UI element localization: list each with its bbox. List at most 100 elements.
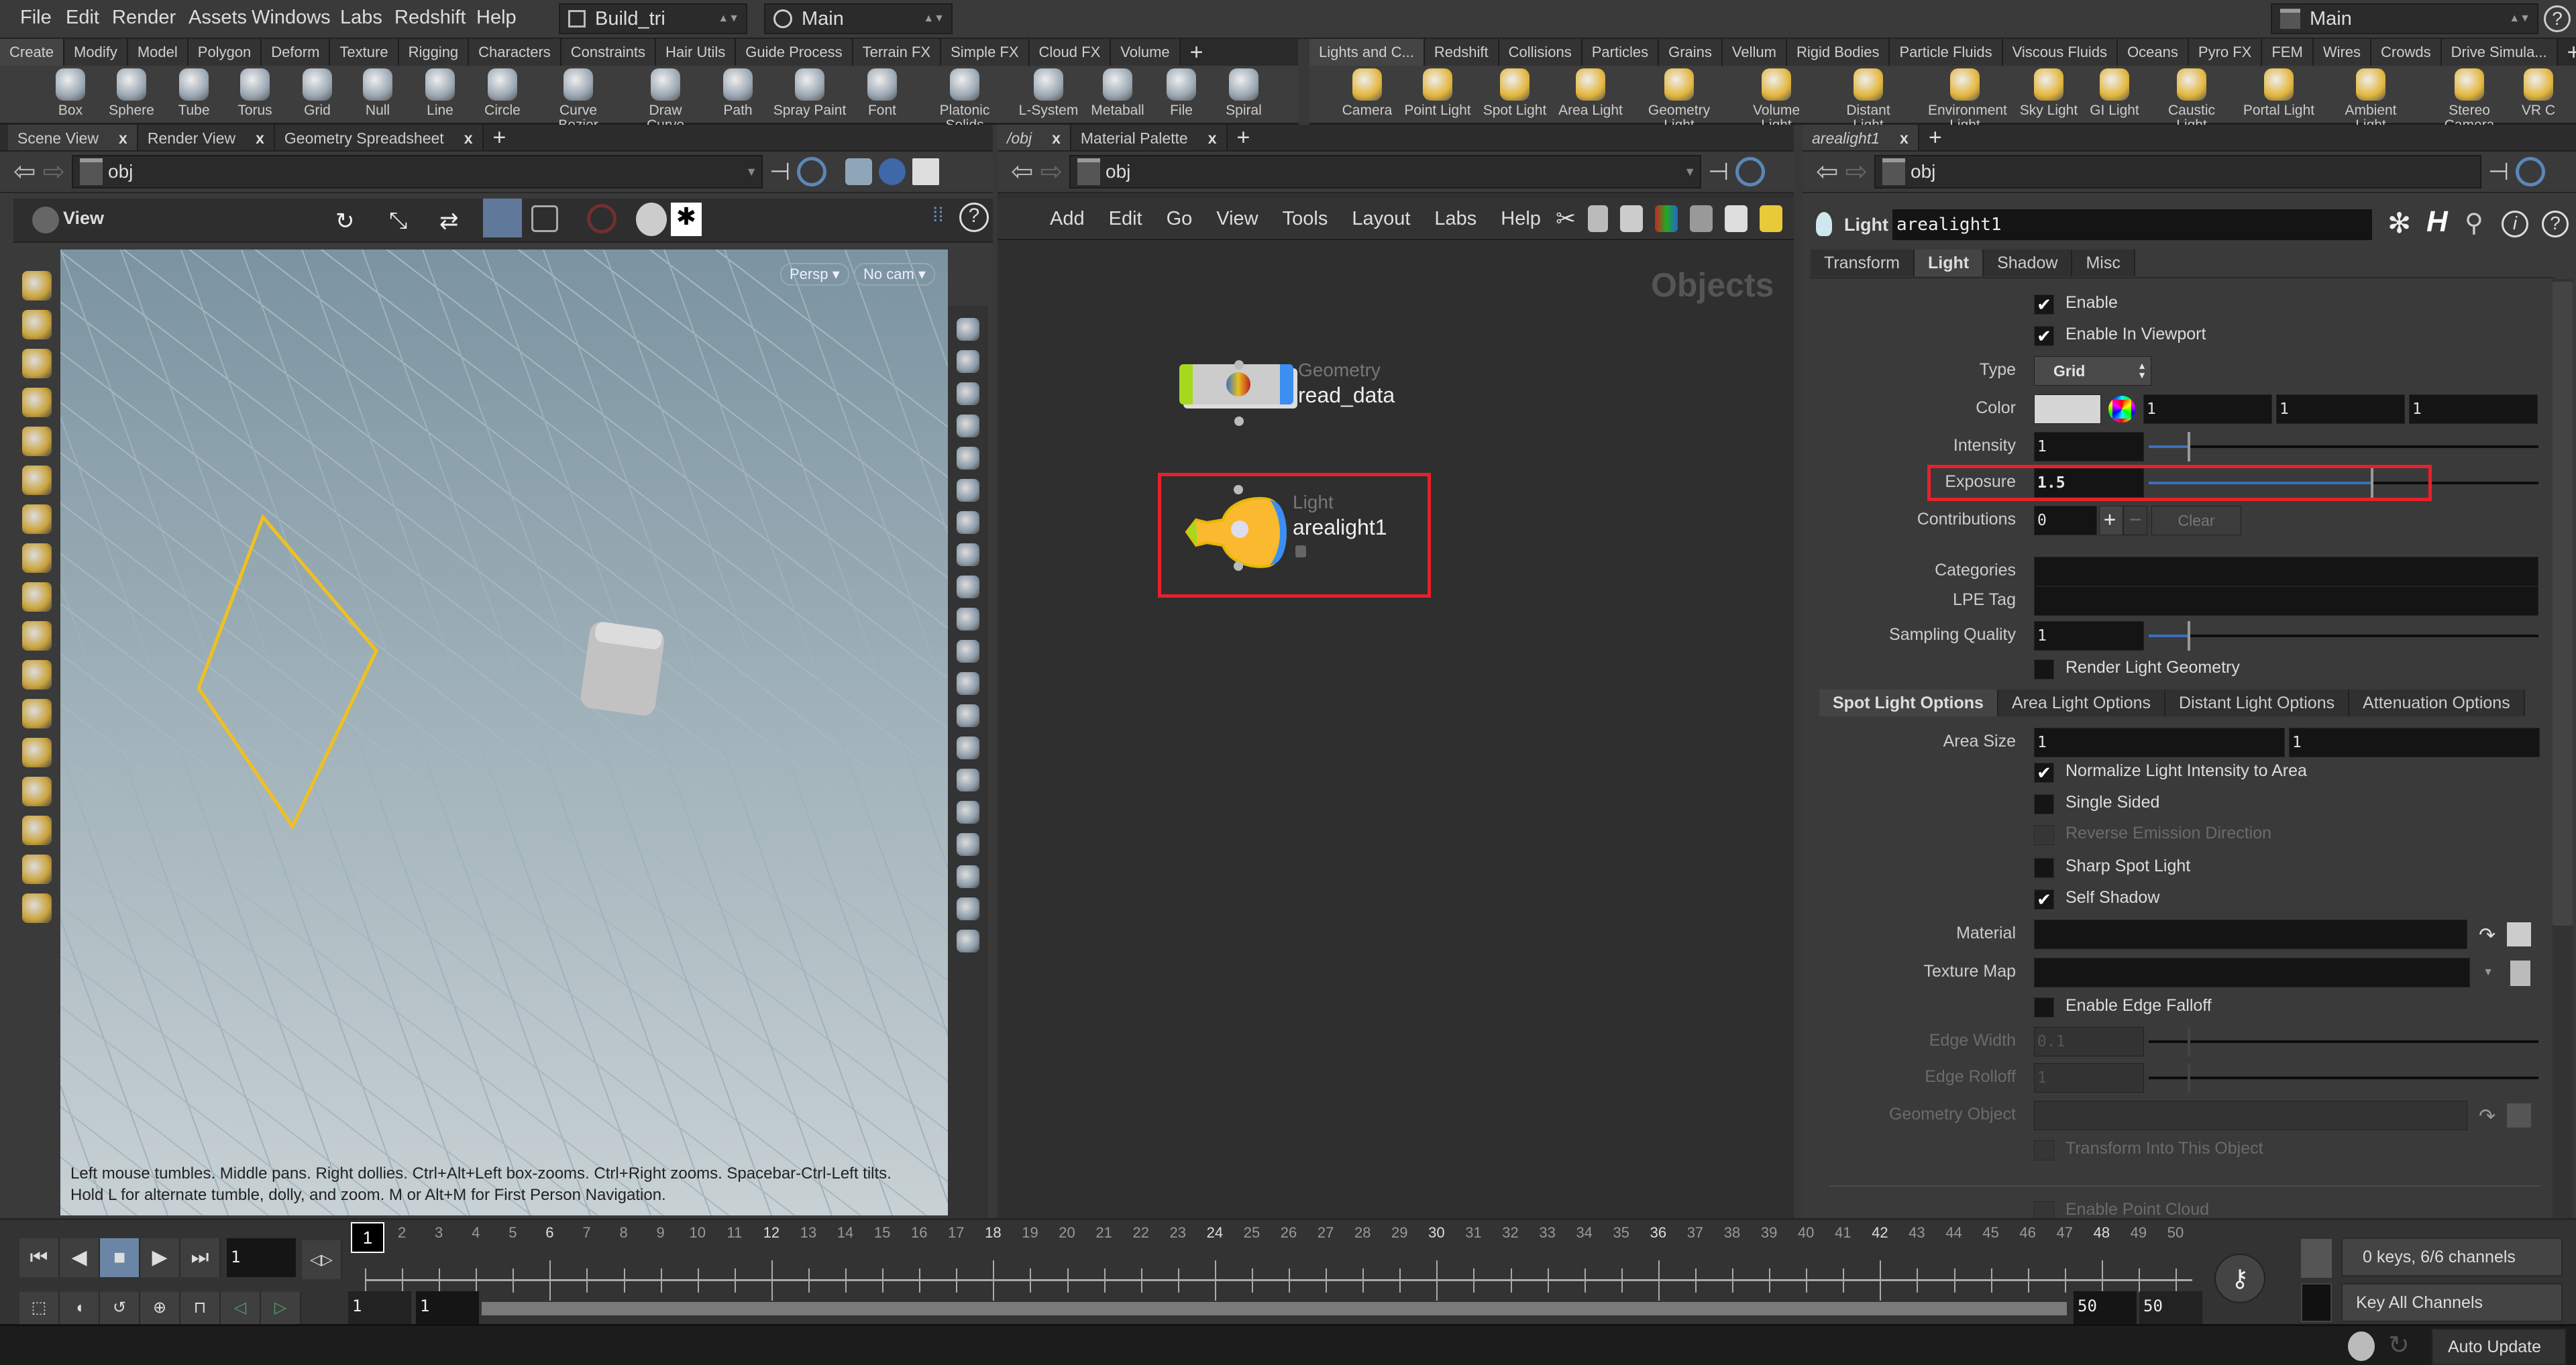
shelf-tool-l-system[interactable]: L-System — [1012, 68, 1085, 118]
shelf-tool-stereo-camera[interactable]: Stereo Camera — [2432, 68, 2506, 133]
add-shelf-tab-icon[interactable]: + — [2558, 39, 2576, 66]
node-output[interactable] — [1234, 417, 1244, 426]
normalize-light-intensity-to-area-checkbox[interactable]: ✔ — [2034, 763, 2054, 783]
shelf-tool-area-light[interactable]: Area Light — [1554, 68, 1627, 118]
snap-icon[interactable] — [22, 660, 52, 690]
shelf-tab-redshift[interactable]: Redshift — [1424, 39, 1499, 66]
shelf-tab-deform[interactable]: Deform — [262, 39, 331, 66]
uv-icon[interactable] — [957, 865, 979, 888]
shelf-tab-model[interactable]: Model — [127, 39, 189, 66]
text-field[interactable] — [2034, 557, 2538, 586]
slider-handle[interactable] — [2188, 432, 2191, 461]
enable-checkbox[interactable]: ✔ — [2034, 294, 2054, 315]
play-icon[interactable]: ▶ — [140, 1238, 180, 1277]
menu-redshift[interactable]: Redshift — [394, 7, 466, 29]
close-icon[interactable]: x — [256, 125, 264, 150]
help-icon[interactable]: ? — [2542, 211, 2569, 237]
close-icon[interactable] — [957, 415, 979, 437]
bevel-icon[interactable] — [957, 769, 979, 791]
shelf-tool-geometry-light[interactable]: Geometry Light — [1642, 68, 1716, 133]
tab-attenuation-options[interactable]: Attenuation Options — [2349, 690, 2525, 716]
color-swatch[interactable] — [2034, 394, 2101, 424]
brush-icon[interactable] — [22, 543, 52, 573]
shelf-tool-draw-curve[interactable]: Draw Curve — [629, 68, 702, 133]
channel-sync-icon[interactable] — [2301, 1239, 2332, 1278]
rotate-icon[interactable] — [22, 582, 52, 612]
text-field[interactable] — [2034, 586, 2538, 616]
node-input[interactable] — [1234, 360, 1244, 370]
back-arrow-icon[interactable]: ⇦ — [13, 156, 36, 187]
prev-key-icon[interactable]: ◁ — [221, 1292, 261, 1324]
camera-icon[interactable] — [22, 816, 52, 845]
shelf-tool-platonic-solids[interactable]: Platonic Solids — [928, 68, 1002, 133]
desktop-dropdown[interactable]: Build_tri ▲▼ — [559, 3, 747, 34]
bulb-icon[interactable] — [957, 479, 979, 502]
list-view-icon[interactable] — [1620, 205, 1644, 232]
zoom-frame-icon[interactable] — [531, 205, 558, 232]
shelf-tab-cloud-fx[interactable]: Cloud FX — [1029, 39, 1112, 66]
shelf-tab-rigging[interactable]: Rigging — [398, 39, 470, 66]
shelf-tab-particles[interactable]: Particles — [1582, 39, 1660, 66]
sharp-spot-light-checkbox[interactable] — [2034, 858, 2054, 878]
range-end-field[interactable]: 50 — [2139, 1291, 2202, 1325]
shelf-tab-texture[interactable]: Texture — [330, 39, 399, 66]
menu-labs[interactable]: Labs — [340, 7, 382, 29]
shelf-tab-polygon[interactable]: Polygon — [188, 39, 262, 66]
tab-material-palette[interactable]: Material Palette x — [1071, 125, 1228, 150]
shadow-icon[interactable] — [957, 511, 979, 534]
help-icon[interactable]: ? — [2544, 5, 2571, 32]
info-icon[interactable]: i — [2502, 211, 2528, 237]
menu-render[interactable]: Render — [112, 7, 176, 29]
forward-arrow-icon[interactable]: ⇨ — [43, 156, 66, 187]
shelf-tab-simple-fx[interactable]: Simple FX — [941, 39, 1030, 66]
paint-icon[interactable] — [22, 504, 52, 534]
back-arrow-icon[interactable]: ⇦ — [1816, 156, 1839, 187]
shelf-tool-caustic-light[interactable]: Caustic Light — [2155, 68, 2229, 133]
slider-handle[interactable] — [2188, 621, 2191, 651]
node-name-label[interactable]: read_data — [1298, 383, 1395, 408]
pen-icon[interactable] — [957, 608, 979, 631]
loop-icon[interactable]: ↺ — [100, 1292, 140, 1324]
tab-spot-light-options[interactable]: Spot Light Options — [1819, 690, 1998, 716]
menu-edit[interactable]: Edit — [1109, 208, 1142, 230]
wrench-icon[interactable]: ✂ — [1556, 205, 1576, 233]
value-field[interactable]: 1 — [2034, 621, 2144, 651]
shelf-tool-distant-light[interactable]: Distant Light — [1831, 68, 1905, 133]
type-menu[interactable]: Grid ▲ ▼ — [2034, 356, 2151, 386]
chevron-down-icon[interactable]: ▼ — [2473, 959, 2503, 987]
shelf-tab-rigid-bodies[interactable]: Rigid Bodies — [1786, 39, 1890, 66]
camera-view-icon[interactable] — [483, 199, 522, 237]
lasso-icon[interactable] — [22, 310, 52, 339]
slider-track[interactable] — [2149, 445, 2538, 448]
pin-icon[interactable]: ⊣ — [1708, 158, 1729, 186]
path-field[interactable] — [2034, 1101, 2467, 1130]
shelf-tool-spiral[interactable]: Spiral — [1207, 68, 1281, 118]
shelf-tab-pyro-fx[interactable]: Pyro FX — [2188, 39, 2263, 66]
audio-icon[interactable]: ◖ — [60, 1292, 100, 1324]
shelf-tab-hair-utils[interactable]: Hair Utils — [656, 39, 737, 66]
slider-track[interactable] — [2149, 635, 2538, 637]
file-chooser-icon[interactable] — [2510, 961, 2530, 986]
shelf-tool-spot-light[interactable]: Spot Light — [1478, 68, 1552, 118]
pin-icon[interactable]: ⊣ — [769, 158, 790, 186]
context-dropdown[interactable]: Main ▲▼ — [764, 3, 953, 34]
value-field[interactable]: 1 — [2034, 1063, 2144, 1093]
menu-labs[interactable]: Labs — [1434, 208, 1477, 230]
self-shadow-checkbox[interactable]: ✔ — [2034, 889, 2054, 910]
select-keys-icon[interactable]: ⬚ — [19, 1292, 60, 1324]
jump-icon[interactable]: ↷ — [2479, 1105, 2496, 1128]
shelf-tab-vellum[interactable]: Vellum — [1722, 39, 1787, 66]
menu-edit[interactable]: Edit — [66, 7, 99, 29]
shelf-tool-curve-bezier[interactable]: Curve Bezier — [541, 68, 615, 133]
render-icon[interactable] — [22, 855, 52, 884]
checker-icon[interactable] — [957, 801, 979, 824]
tab-geometry-spreadsheet[interactable]: Geometry Spreadsheet x — [274, 125, 484, 150]
current-frame-marker[interactable]: 1 — [351, 1222, 384, 1253]
color-component-field[interactable]: 1 — [2143, 394, 2272, 424]
shelf-tool-sky-light[interactable]: Sky Light — [2012, 68, 2086, 118]
jump-start-icon[interactable]: ⏮ — [19, 1238, 60, 1277]
node-read-data[interactable] — [1179, 364, 1293, 404]
shelf-tab-create[interactable]: Create — [0, 39, 65, 66]
shelf-tab-characters[interactable]: Characters — [469, 39, 561, 66]
shelf-tab-particle-fluids[interactable]: Particle Fluids — [1890, 39, 2003, 66]
